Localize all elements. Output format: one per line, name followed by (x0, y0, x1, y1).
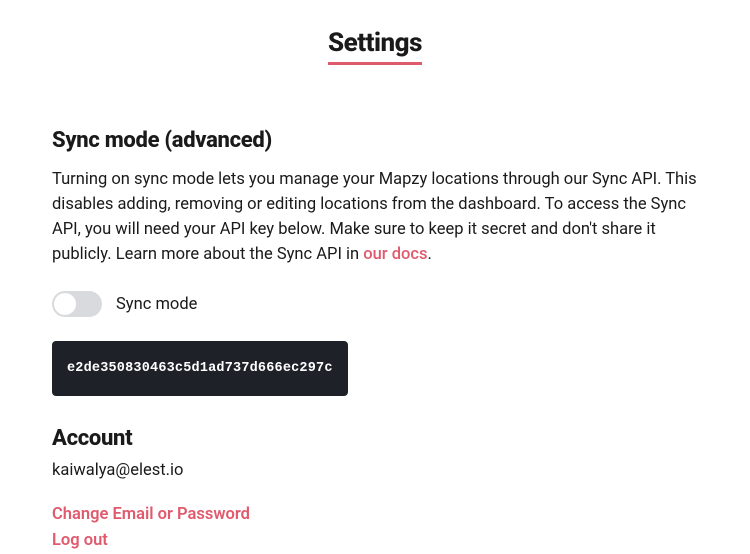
account-heading: Account (52, 426, 698, 451)
settings-content: Sync mode (advanced) Turning on sync mod… (0, 64, 750, 553)
sync-description-period: . (428, 245, 432, 264)
docs-link[interactable]: our docs (363, 245, 427, 264)
api-key-box[interactable]: e2de350830463c5d1ad737d666ec297c (52, 341, 348, 396)
page-title-text: Settings (328, 28, 422, 65)
page-title: Settings (0, 0, 750, 64)
sync-description: Turning on sync mode lets you manage you… (52, 167, 698, 267)
sync-toggle-row: Sync mode (52, 291, 698, 317)
change-email-password-link[interactable]: Change Email or Password (52, 502, 698, 528)
sync-heading: Sync mode (advanced) (52, 128, 698, 153)
toggle-knob-icon (54, 293, 76, 315)
sync-toggle-label: Sync mode (116, 295, 197, 314)
sync-mode-toggle[interactable] (52, 291, 102, 317)
account-email: kaiwalya@elest.io (52, 461, 698, 480)
logout-link[interactable]: Log out (52, 528, 698, 554)
